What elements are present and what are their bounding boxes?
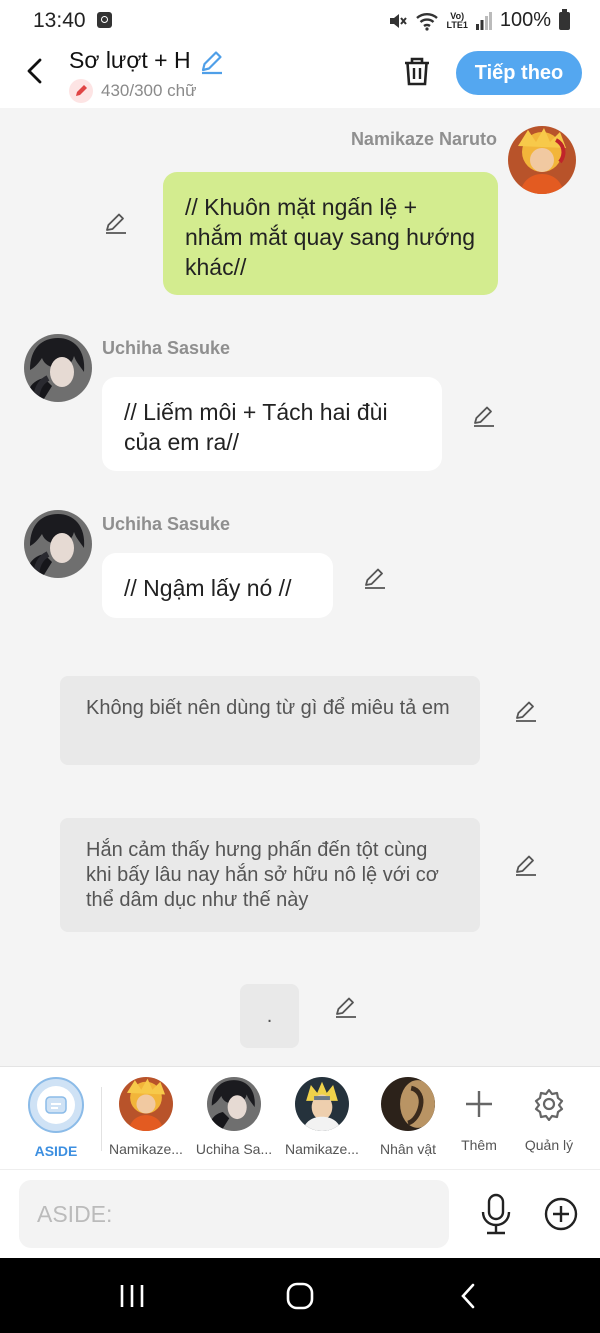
add-character-button[interactable]: Thêm [444, 1077, 514, 1153]
next-button[interactable]: Tiếp theo [456, 51, 582, 95]
edit-message-pencil-icon[interactable] [513, 852, 539, 878]
avatar [119, 1077, 173, 1131]
sender-name: Uchiha Sasuke [102, 514, 231, 534]
edit-message-pencil-icon[interactable] [103, 210, 129, 236]
nav-back-button[interactable] [448, 1278, 488, 1314]
avatar-sasuke[interactable] [24, 510, 92, 578]
character-generic[interactable]: Nhân vật [366, 1077, 450, 1157]
character-label: Namikaze... [109, 1141, 183, 1157]
message-bubble-me[interactable]: // Khuôn mặt ngấn lệ + nhắm mắt quay san… [163, 172, 498, 295]
message-input[interactable] [19, 1180, 449, 1248]
avatar [207, 1077, 261, 1131]
app-header: Sơ lượt + H 430/300 chữ Tiếp theo [0, 42, 600, 108]
character-label: Uchiha Sa... [195, 1141, 273, 1157]
word-count-icon [69, 79, 93, 103]
plus-circle-icon[interactable] [541, 1194, 581, 1234]
avatar-naruto[interactable] [508, 126, 576, 194]
battery-icon [559, 8, 570, 30]
system-nav-bar [0, 1258, 600, 1333]
aside-bubble[interactable]: Không biết nên dùng từ gì để miêu tả em [60, 676, 480, 765]
word-counter: 430/300 chữ [101, 81, 197, 100]
battery-percent: 100% [499, 9, 551, 31]
status-bar: 13:40 Vo) LTE1 100% [0, 0, 600, 42]
character-aside[interactable]: ASIDE [14, 1077, 98, 1159]
microphone-icon[interactable] [476, 1192, 516, 1236]
aside-avatar-icon [28, 1077, 84, 1133]
manage-label: Quản lý [524, 1137, 574, 1153]
wifi-icon [415, 12, 438, 31]
page-title: Sơ lượt + H [69, 47, 191, 73]
add-label: Thêm [461, 1137, 497, 1153]
aside-bubble[interactable]: . [240, 984, 299, 1048]
recents-button[interactable] [112, 1278, 152, 1314]
character-sasuke[interactable]: Uchiha Sa... [192, 1077, 276, 1157]
gear-icon [534, 1088, 564, 1121]
character-naruto[interactable]: Namikaze... [104, 1077, 188, 1157]
avatar-sasuke[interactable] [24, 334, 92, 402]
sender-name: Namikaze Naruto [350, 129, 497, 149]
plus-icon [466, 1091, 492, 1117]
edit-title-pencil-icon[interactable] [198, 48, 226, 76]
character-namikaze-2[interactable]: Namikaze... [280, 1077, 364, 1157]
edit-message-pencil-icon[interactable] [513, 698, 539, 724]
edit-message-pencil-icon[interactable] [362, 565, 388, 591]
divider [101, 1087, 102, 1151]
status-icons: Vo) LTE1 100% [387, 8, 570, 32]
message-bubble-them[interactable]: // Liếm môi + Tách hai đùi của em ra// [102, 377, 442, 471]
sender-name: Uchiha Sasuke [102, 338, 231, 358]
recents-icon [120, 1285, 144, 1307]
signal-icon [475, 11, 492, 30]
character-label: ASIDE [34, 1143, 78, 1159]
home-button[interactable] [280, 1278, 320, 1314]
manage-button[interactable]: Quản lý [514, 1077, 584, 1153]
aside-bubble[interactable]: Hắn cảm thấy hưng phấn đến tột cùng khi … [60, 818, 480, 932]
nav-back-icon [461, 1283, 475, 1309]
notification-icon [97, 12, 112, 28]
back-button[interactable] [18, 54, 52, 88]
character-label: Namikaze... [285, 1141, 359, 1157]
avatar [381, 1077, 435, 1131]
edit-message-pencil-icon[interactable] [333, 994, 359, 1020]
input-bar [0, 1169, 600, 1258]
trash-icon[interactable] [400, 54, 434, 88]
character-bar: ASIDE Namikaze... Uchiha Sa... Namikaze.… [0, 1066, 600, 1169]
avatar [295, 1077, 349, 1131]
message-bubble-them[interactable]: // Ngậm lấy nó // [102, 553, 333, 618]
mute-icon [389, 13, 407, 28]
chat-area[interactable]: Namikaze Naruto // Khuôn mặt ngấn lệ + n… [0, 108, 600, 1066]
status-time: 13:40 [33, 9, 86, 32]
edit-message-pencil-icon[interactable] [471, 403, 497, 429]
back-icon [27, 58, 42, 84]
volte-indicator: Vo) LTE1 [446, 10, 468, 30]
character-label: Nhân vật [379, 1141, 437, 1157]
home-icon [286, 1282, 314, 1310]
